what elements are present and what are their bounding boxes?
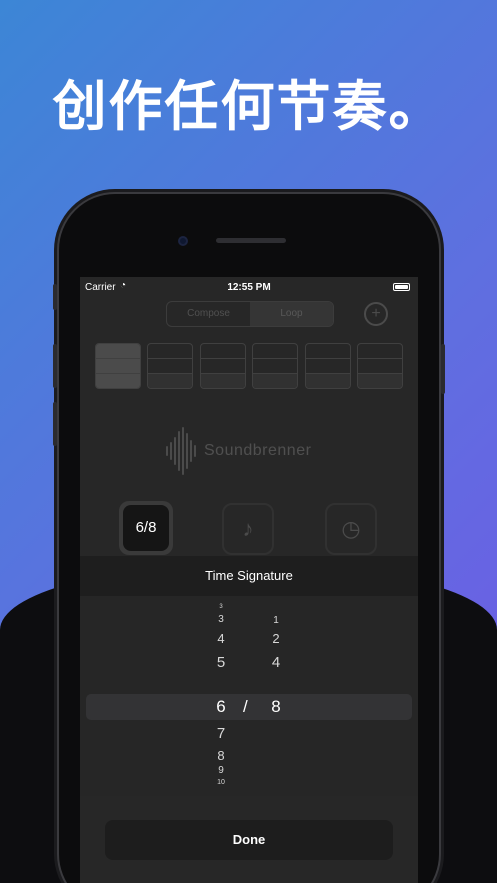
done-button[interactable]: Done xyxy=(105,820,393,860)
note-wheel-item[interactable]: 2 xyxy=(261,631,291,646)
beats-wheel-item[interactable]: 3 xyxy=(206,604,236,610)
beat-cell[interactable] xyxy=(252,343,299,389)
sheet-title: Time Signature xyxy=(80,556,418,596)
beats-wheel-item[interactable]: 5 xyxy=(206,654,236,671)
volume-up-button xyxy=(53,344,57,388)
beats-wheel-selected[interactable]: 6 xyxy=(206,697,236,717)
time-signature-picker[interactable]: 3 3 4 5 6 7 8 9 10 / 1 2 4 8 xyxy=(80,596,418,796)
status-time: 12:55 PM xyxy=(227,282,271,293)
tab-loop[interactable]: Loop xyxy=(250,302,333,326)
picker-separator: / xyxy=(243,697,248,716)
clock-icon[interactable]: ◷ xyxy=(325,503,377,555)
plus-circle-icon[interactable]: + xyxy=(364,302,388,326)
beat-cell[interactable] xyxy=(95,343,141,389)
status-bar: Carrier ◔ 12:55 PM xyxy=(80,277,418,297)
beat-cell[interactable] xyxy=(147,343,194,389)
beats-wheel-item[interactable]: 7 xyxy=(206,725,236,742)
beats-wheel-item[interactable]: 4 xyxy=(206,631,236,646)
beats-wheel-item[interactable]: 3 xyxy=(206,614,236,625)
volume-down-button xyxy=(53,402,57,446)
tab-compose[interactable]: Compose xyxy=(167,302,250,326)
phone-frame: Carrier ◔ 12:55 PM Compose Loop + Soundb… xyxy=(53,192,445,883)
beats-wheel-item[interactable]: 9 xyxy=(206,765,236,776)
soundbrenner-logo: Soundbrenner xyxy=(166,427,336,475)
phone-screen: Carrier ◔ 12:55 PM Compose Loop + Soundb… xyxy=(80,277,418,883)
waveform-icon xyxy=(166,427,196,475)
time-signature-value: 6/8 xyxy=(123,505,169,551)
beat-grid xyxy=(95,343,403,391)
power-button xyxy=(441,344,445,394)
note-wheel-item[interactable]: 4 xyxy=(261,654,291,671)
earpiece-speaker xyxy=(216,238,286,243)
music-note-icon[interactable]: ♪ xyxy=(222,503,274,555)
mode-segmented-control[interactable]: Compose Loop xyxy=(166,301,334,327)
beats-wheel-item[interactable]: 10 xyxy=(206,779,236,786)
mute-switch xyxy=(53,284,57,310)
picker-selection-band xyxy=(86,694,412,720)
note-wheel-selected[interactable]: 8 xyxy=(261,697,291,717)
time-signature-button[interactable]: 6/8 xyxy=(119,501,173,555)
note-wheel-item[interactable]: 1 xyxy=(261,615,291,626)
battery-icon xyxy=(393,283,410,291)
beats-wheel-item[interactable]: 8 xyxy=(206,748,236,763)
logo-text: Soundbrenner xyxy=(204,442,312,459)
promo-headline: 创作任何节奏。 xyxy=(52,75,445,138)
beat-cell[interactable] xyxy=(304,343,351,389)
front-camera xyxy=(178,236,188,246)
beat-cell[interactable] xyxy=(356,343,403,389)
beat-cell[interactable] xyxy=(199,343,246,389)
